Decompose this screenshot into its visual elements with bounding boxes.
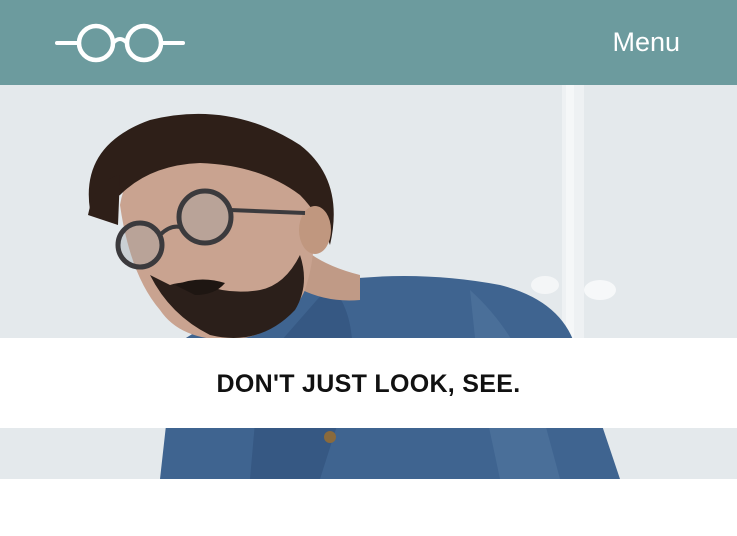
hero-tagline: DON'T JUST LOOK, SEE. xyxy=(216,369,521,398)
menu-button[interactable]: Menu xyxy=(612,26,680,58)
eyeglasses-icon[interactable] xyxy=(55,22,185,64)
site-header: Menu xyxy=(0,0,737,85)
tagline-banner: DON'T JUST LOOK, SEE. xyxy=(0,338,737,428)
page-background xyxy=(0,479,737,536)
